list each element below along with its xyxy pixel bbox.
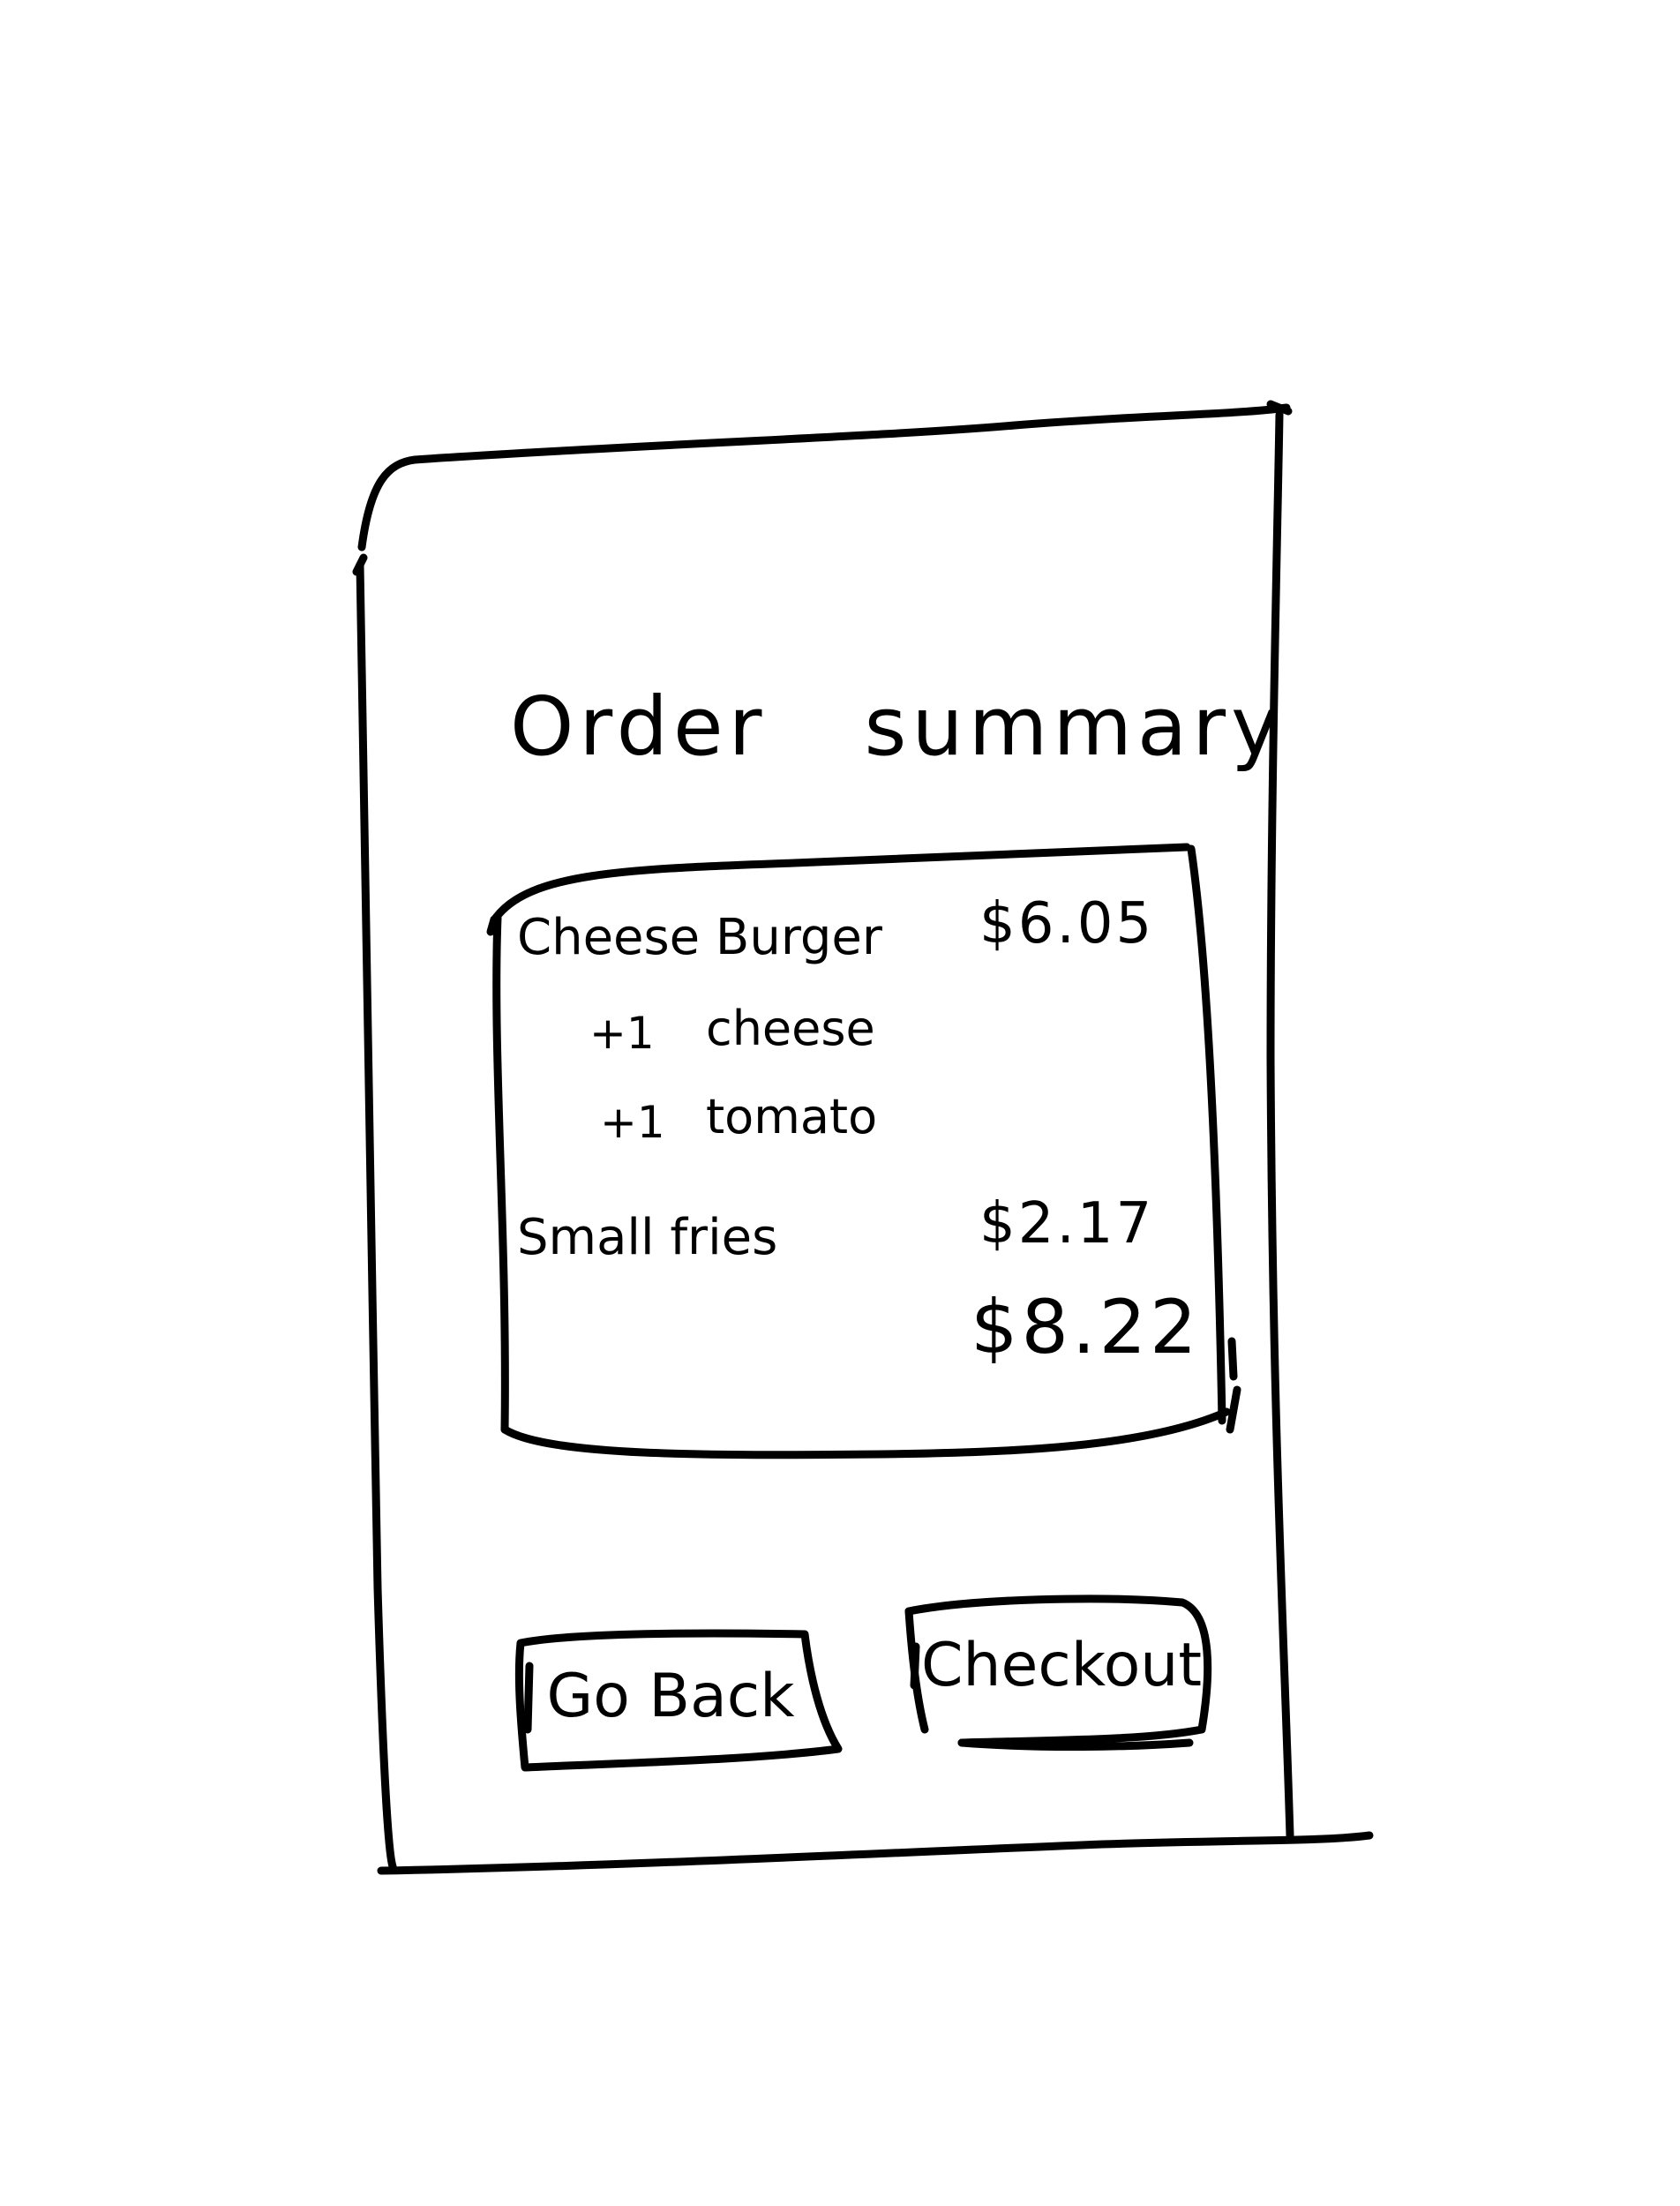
order-box-bottom-edge <box>500 1407 1231 1459</box>
order-item-name: Cheese Burger <box>517 909 882 966</box>
phone-frame-right-edge <box>1266 410 1294 1840</box>
order-total: $8.22 <box>971 1284 1201 1370</box>
order-box-corner-mark <box>1226 1337 1241 1434</box>
modifier-prefix: +1 <box>589 1008 655 1059</box>
modifier-name: tomato <box>706 1089 878 1144</box>
phone-frame-top-right-corner <box>1266 400 1293 416</box>
phone-frame-left-edge <box>356 560 397 1871</box>
modifier-name: cheese <box>706 1001 875 1056</box>
order-item-name: Small fries <box>517 1209 778 1266</box>
checkout-button-bottom-stroke <box>957 1738 1194 1752</box>
order-item-price: $6.05 <box>979 891 1155 957</box>
page-title-word-2: summary <box>864 679 1285 774</box>
phone-frame-top-edge <box>357 403 1291 552</box>
modifier-prefix: +1 <box>600 1097 665 1148</box>
order-item-price: $2.17 <box>979 1191 1155 1257</box>
checkout-button[interactable]: Checkout <box>918 1599 1205 1731</box>
page-title-word-1: Order <box>510 679 768 774</box>
checkout-button-left-tick <box>910 1642 920 1690</box>
page-title: Order summary <box>510 679 1285 774</box>
order-box-left-edge <box>492 913 509 1434</box>
phone-frame-left-corner-mark <box>352 553 368 576</box>
order-box-left-tick <box>486 915 499 936</box>
go-back-button[interactable]: Go Back <box>521 1631 821 1761</box>
phone-frame-bottom-edge <box>377 1831 1374 1875</box>
